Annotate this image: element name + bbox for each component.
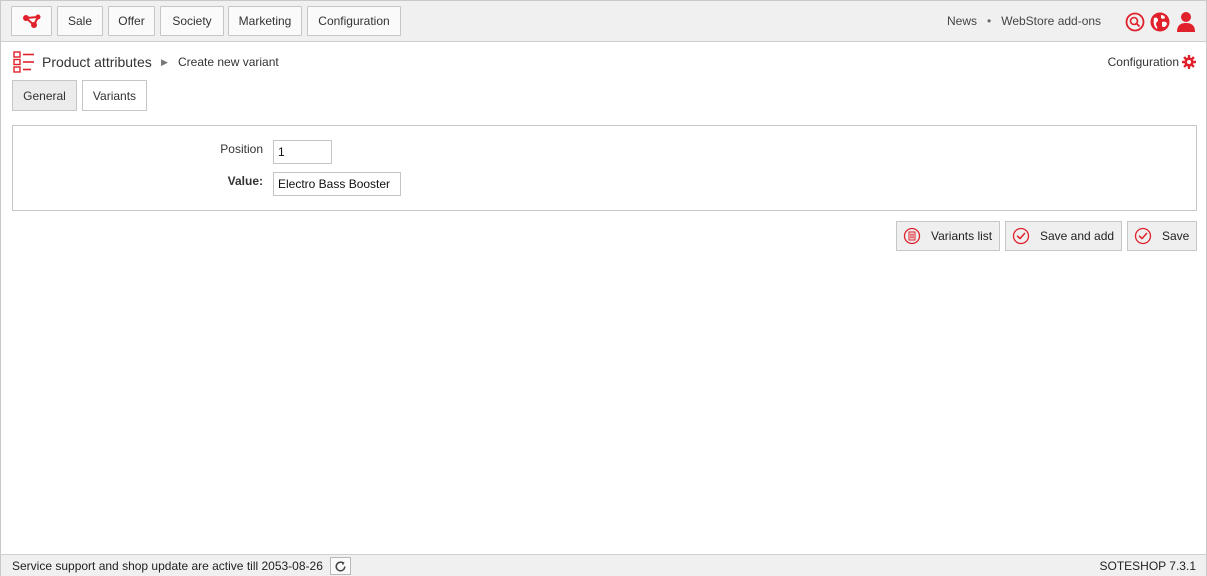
save-and-add-label: Save and add — [1040, 229, 1115, 243]
save-button[interactable]: Save — [1127, 221, 1197, 251]
home-logo-button[interactable] — [11, 6, 52, 36]
attributes-list-icon — [13, 51, 34, 73]
nav-sale-button[interactable]: Sale — [57, 6, 103, 36]
save-label: Save — [1162, 229, 1190, 243]
webstore-addons-link[interactable]: WebStore add-ons — [1001, 14, 1101, 28]
variants-list-label: Variants list — [931, 229, 993, 243]
variants-list-button[interactable]: Variants list — [896, 221, 1000, 251]
value-field[interactable] — [273, 172, 401, 196]
nav-offer-button[interactable]: Offer — [108, 6, 155, 36]
variant-form-panel: Position Value: — [12, 125, 1197, 211]
breadcrumb-current: Create new variant — [178, 55, 279, 69]
save-and-add-button[interactable]: Save and add — [1005, 221, 1122, 251]
tab-general[interactable]: General — [12, 80, 77, 111]
nav-configuration-button[interactable]: Configuration — [307, 6, 401, 36]
globe-icon[interactable] — [1149, 11, 1170, 32]
tab-variants[interactable]: Variants — [82, 80, 147, 111]
user-icon[interactable] — [1175, 11, 1196, 32]
nav-society-button[interactable]: Society — [160, 6, 224, 36]
footer-bar: Service support and shop update are acti… — [1, 554, 1206, 576]
check-circle-icon — [1012, 227, 1030, 245]
link-separator: • — [987, 14, 992, 28]
refresh-icon — [335, 560, 346, 572]
configuration-link-label: Configuration — [1107, 55, 1179, 69]
version-label: SOTESHOP 7.3.1 — [1099, 559, 1197, 573]
news-link[interactable]: News — [947, 14, 977, 28]
gear-icon — [1182, 55, 1196, 69]
list-circle-icon — [903, 227, 921, 245]
position-field[interactable] — [273, 140, 332, 164]
top-links: News • WebStore add-ons — [947, 14, 1101, 28]
search-icon[interactable] — [1124, 11, 1145, 32]
value-label: Value: — [227, 174, 263, 188]
position-label: Position — [220, 142, 263, 156]
refresh-button[interactable] — [330, 557, 351, 575]
breadcrumb-arrow-icon: ▶ — [161, 57, 168, 67]
configuration-link[interactable]: Configuration — [1108, 55, 1196, 69]
top-navigation-bar: Sale Offer Society Marketing Configurati… — [1, 1, 1206, 42]
check-circle-icon — [1134, 227, 1152, 245]
nav-marketing-button[interactable]: Marketing — [228, 6, 302, 36]
support-status-text: Service support and shop update are acti… — [12, 559, 323, 573]
share-nodes-icon — [22, 14, 40, 28]
page-title[interactable]: Product attributes — [42, 54, 152, 70]
